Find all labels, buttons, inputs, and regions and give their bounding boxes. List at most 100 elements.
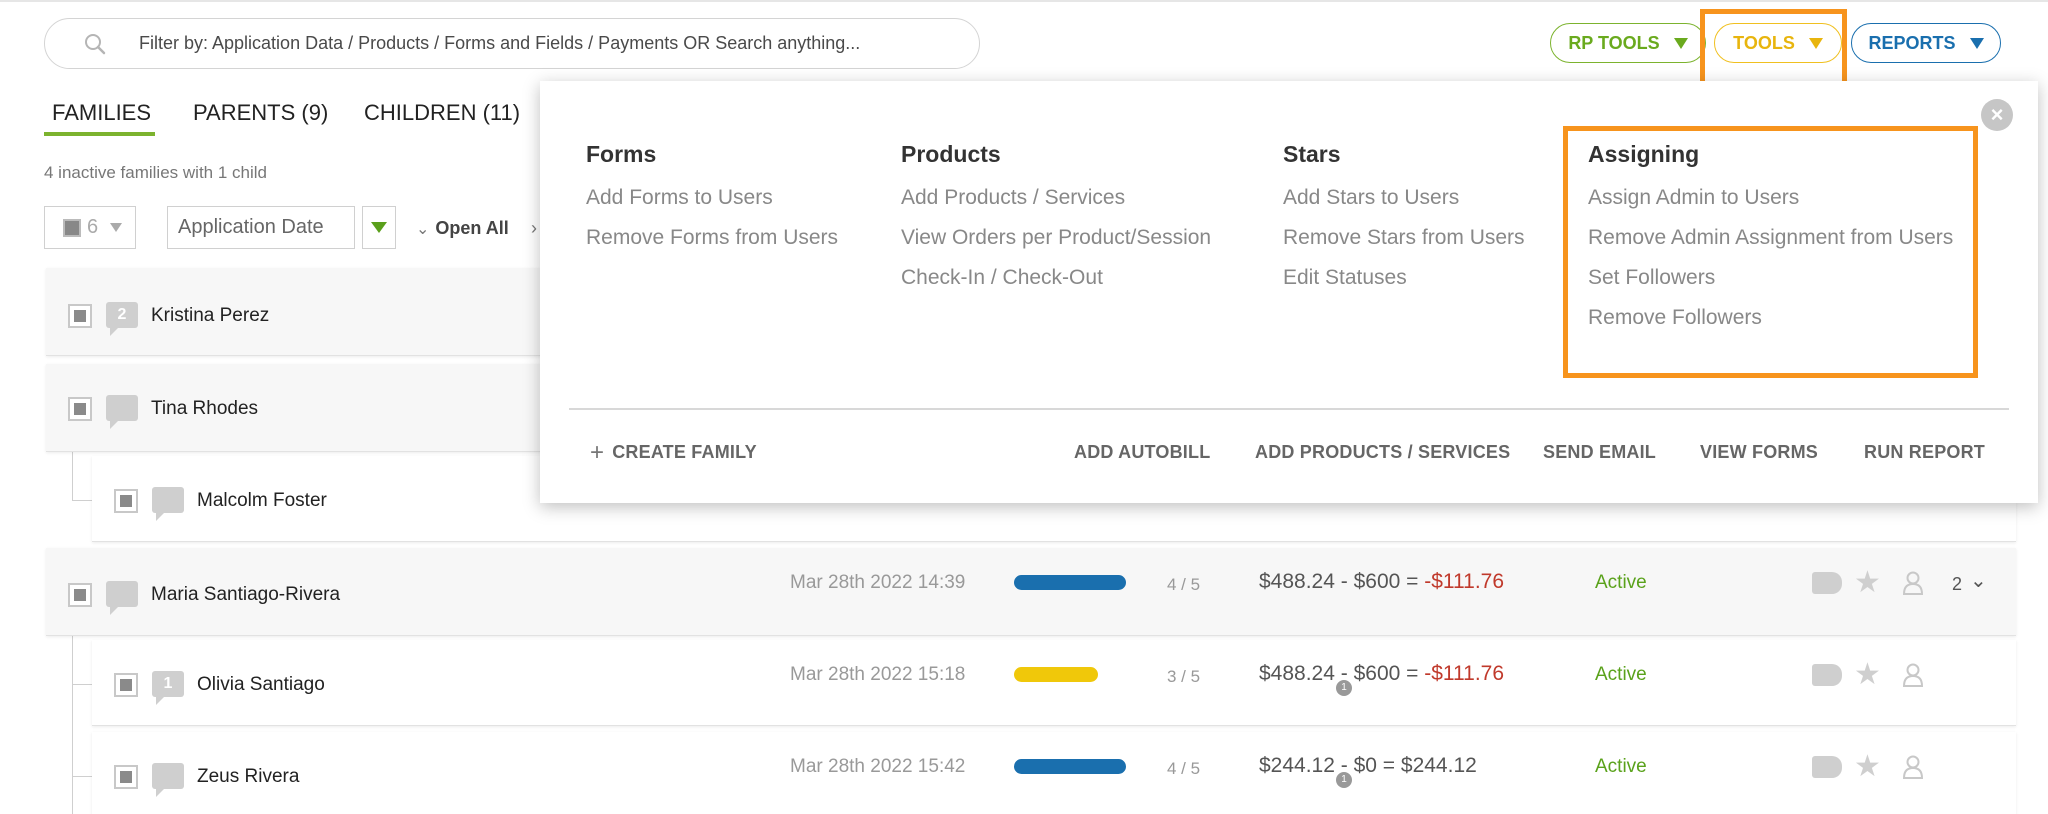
tree-connector — [72, 500, 92, 501]
chevron-right-icon[interactable]: › — [531, 218, 537, 239]
top-border — [0, 0, 2048, 2]
send-email-button[interactable]: SEND EMAIL — [1543, 442, 1656, 463]
menu-item-remove-forms[interactable]: Remove Forms from Users — [586, 226, 838, 266]
owed-amount: $600 — [1353, 570, 1401, 593]
open-all-label: Open All — [435, 218, 509, 238]
balance-summary: $488.24 - $600 = -$111.76 — [1259, 570, 1505, 593]
tree-connector — [72, 684, 92, 685]
tag-icon[interactable] — [1812, 572, 1842, 594]
comment-icon[interactable] — [106, 395, 138, 429]
tree-connector — [72, 452, 73, 500]
family-name[interactable]: Maria Santiago-Rivera — [151, 584, 340, 606]
progress-fraction: 4 / 5 — [1167, 759, 1201, 778]
add-products-services-button[interactable]: ADD PRODUCTS / SERVICES — [1255, 442, 1510, 463]
family-name[interactable]: Kristina Perez — [151, 305, 269, 327]
chevron-down-icon: ⌄ — [416, 220, 430, 238]
caret-down-icon — [1673, 37, 1688, 49]
progress-fraction: 4 / 5 — [1167, 575, 1201, 594]
comment-icon[interactable]: 1 — [152, 671, 184, 705]
progress-fraction: 3 / 5 — [1167, 667, 1201, 686]
child-name[interactable]: Zeus Rivera — [197, 766, 299, 788]
balance-amount: -$111.76 — [1424, 662, 1505, 685]
row-checkbox[interactable] — [68, 304, 92, 328]
star-icon[interactable]: ★ — [1854, 660, 1881, 690]
search-input[interactable] — [139, 27, 959, 59]
create-family-button[interactable]: + CREATE FAMILY — [590, 438, 757, 466]
paid-amount: $488.24 — [1259, 662, 1335, 685]
tree-connector — [72, 776, 92, 777]
caret-down-icon — [1969, 37, 1984, 49]
tab-parents[interactable]: PARENTS (9) — [193, 100, 328, 126]
child-name[interactable]: Malcolm Foster — [197, 490, 327, 512]
application-date: Mar 28th 2022 15:42 — [790, 756, 966, 777]
tag-icon[interactable] — [1812, 756, 1842, 778]
paid-amount: $488.24 — [1259, 570, 1335, 593]
person-icon[interactable] — [1902, 754, 1924, 780]
menu-item-remove-stars[interactable]: Remove Stars from Users — [1283, 226, 1525, 266]
tree-connector — [72, 636, 73, 814]
table-row[interactable]: Maria Santiago-Rivera Mar 28th 2022 14:3… — [46, 548, 2016, 636]
status-badge: Active — [1595, 572, 1647, 593]
assigning-highlight-box — [1563, 126, 1978, 378]
menu-item-add-products[interactable]: Add Products / Services — [901, 186, 1211, 226]
owed-amount: $600 — [1353, 662, 1401, 685]
child-name[interactable]: Olivia Santiago — [197, 674, 325, 696]
reports-label: REPORTS — [1868, 32, 1956, 53]
row-checkbox[interactable] — [114, 765, 138, 789]
bulk-select-dropdown[interactable]: 6 — [44, 206, 136, 249]
select-all-checkbox[interactable] — [63, 218, 81, 237]
table-row[interactable]: Zeus Rivera Mar 28th 2022 15:42 4 / 5 $2… — [92, 732, 2016, 814]
tab-families[interactable]: FAMILIES — [52, 100, 151, 126]
caret-down-icon — [371, 222, 387, 233]
comment-icon[interactable] — [152, 763, 184, 797]
rp-tools-button[interactable]: RP TOOLS — [1550, 23, 1706, 63]
run-report-button[interactable]: RUN REPORT — [1864, 442, 1985, 463]
sort-field-dropdown-button[interactable] — [362, 206, 396, 249]
owed-amount: $0 — [1353, 754, 1377, 777]
sort-field-select[interactable]: Application Date — [167, 206, 355, 249]
payment-count-badge: 1 — [1336, 680, 1352, 696]
comment-icon[interactable] — [106, 581, 138, 615]
paid-amount: $244.12 — [1259, 754, 1335, 777]
star-icon[interactable]: ★ — [1854, 752, 1881, 782]
chevron-down-icon[interactable]: ⌄ — [1970, 568, 1987, 593]
reports-button[interactable]: REPORTS — [1851, 23, 2001, 63]
balance-summary: $488.24 - $600 = -$111.76 — [1259, 662, 1505, 685]
close-icon[interactable]: × — [1981, 99, 2013, 131]
panel-divider — [569, 408, 2009, 410]
menu-item-check-in-out[interactable]: Check-In / Check-Out — [901, 266, 1211, 306]
family-name[interactable]: Tina Rhodes — [151, 398, 258, 420]
active-tab-indicator — [44, 132, 155, 136]
application-date: Mar 28th 2022 14:39 — [790, 572, 966, 593]
table-row[interactable]: 1 Olivia Santiago Mar 28th 2022 15:18 3 … — [92, 640, 2016, 726]
menu-item-view-orders[interactable]: View Orders per Product/Session — [901, 226, 1211, 266]
person-icon[interactable] — [1902, 662, 1924, 688]
progress-bar — [1014, 667, 1098, 682]
row-checkbox[interactable] — [68, 397, 92, 421]
menu-item-edit-statuses[interactable]: Edit Statuses — [1283, 266, 1525, 306]
person-icon[interactable] — [1902, 570, 1924, 596]
star-icon[interactable]: ★ — [1854, 568, 1881, 598]
add-autobill-button[interactable]: ADD AUTOBILL — [1074, 442, 1210, 463]
progress-bar — [1014, 575, 1126, 590]
create-family-label: CREATE FAMILY — [612, 442, 757, 462]
products-heading: Products — [901, 141, 1001, 167]
open-all-button[interactable]: ⌄ Open All — [416, 218, 509, 239]
search-bar[interactable] — [44, 18, 980, 69]
row-checkbox[interactable] — [114, 489, 138, 513]
menu-item-add-forms[interactable]: Add Forms to Users — [586, 186, 838, 226]
stars-menu-section: Stars Add Stars to Users Remove Stars fr… — [1283, 141, 1525, 306]
plus-icon: + — [590, 438, 605, 466]
row-checkbox[interactable] — [68, 583, 92, 607]
row-checkbox[interactable] — [114, 673, 138, 697]
balance-amount: -$111.76 — [1424, 570, 1505, 593]
tab-children[interactable]: CHILDREN (11) — [364, 100, 520, 126]
comment-icon[interactable]: 2 — [106, 302, 138, 336]
tag-icon[interactable] — [1812, 664, 1842, 686]
comment-icon[interactable] — [152, 487, 184, 521]
status-badge: Active — [1595, 664, 1647, 685]
view-forms-button[interactable]: VIEW FORMS — [1700, 442, 1818, 463]
payment-count-badge: 1 — [1336, 772, 1352, 788]
menu-item-add-stars[interactable]: Add Stars to Users — [1283, 186, 1525, 226]
progress-bar — [1014, 759, 1126, 774]
